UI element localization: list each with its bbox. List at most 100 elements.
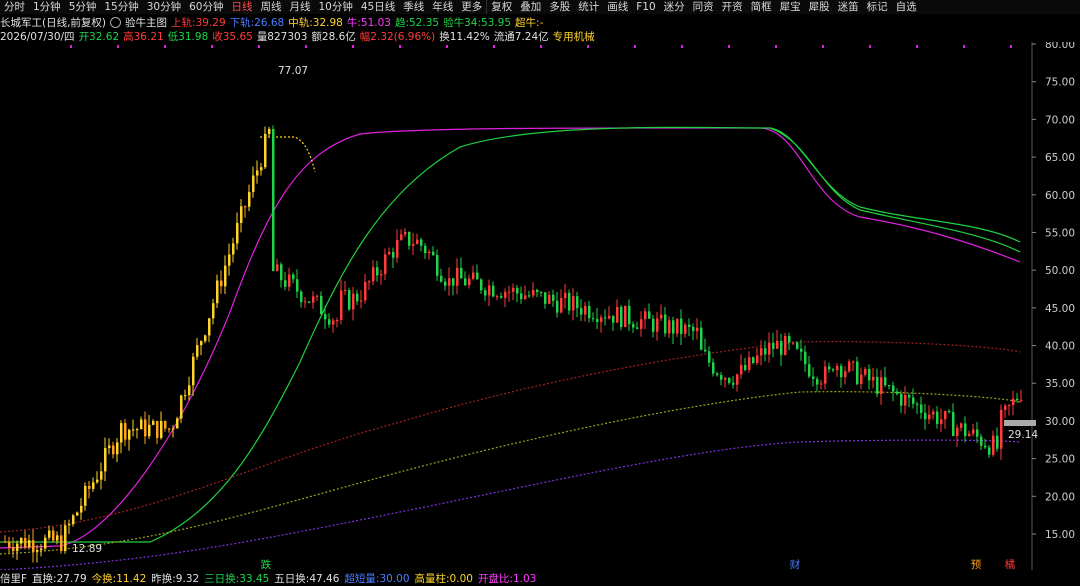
candle-body (712, 362, 715, 374)
indicator-info-row: 长城军工(日线,前复权) 验牛主图 上轨:39.29 下轨:26.68 中轨:32.… (0, 15, 1080, 29)
candle-body (768, 342, 771, 355)
event-marker-2: 预 (971, 559, 982, 570)
candle-body (148, 424, 151, 437)
candle-body (840, 366, 843, 378)
candle-body (128, 429, 131, 440)
settings-icon[interactable] (110, 16, 122, 28)
candle-body (12, 547, 15, 552)
candle-body (36, 550, 39, 552)
period-tab-2[interactable]: 5分钟 (65, 0, 101, 14)
period-tab-6[interactable]: 日线 (228, 0, 257, 14)
candle-body (428, 251, 431, 254)
tool-button-9[interactable]: 简框 (747, 0, 776, 14)
period-tab-7[interactable]: 周线 (257, 0, 286, 14)
candle-body (184, 395, 187, 397)
candle-body (692, 326, 695, 332)
tool-button-13[interactable]: 标记 (863, 0, 892, 14)
candle-body (64, 525, 67, 552)
tool-button-4[interactable]: 画线 (603, 0, 632, 14)
quote-value-9: 专用机械 (552, 30, 595, 43)
tool-button-8[interactable]: 开资 (718, 0, 747, 14)
period-tab-11[interactable]: 季线 (399, 0, 428, 14)
candle-body (684, 324, 687, 334)
period-tab-9[interactable]: 10分钟 (315, 0, 357, 14)
candle-body (436, 255, 439, 276)
candle-body (648, 311, 651, 319)
tool-button-0[interactable]: 复权 (486, 0, 516, 14)
candle-body (164, 420, 167, 429)
quote-value-6: 幅2.32(6.96%) (359, 30, 436, 43)
candle-body (304, 301, 307, 303)
candle-body (384, 254, 387, 275)
candle-body (988, 447, 991, 455)
period-tab-8[interactable]: 月线 (286, 0, 315, 14)
candle-body (20, 537, 23, 544)
tool-button-7[interactable]: 同资 (689, 0, 718, 14)
period-tab-13[interactable]: 更多 (457, 0, 486, 14)
candle-body (544, 292, 547, 304)
series-line-mid (0, 391, 1021, 555)
tool-button-14[interactable]: 自选 (892, 0, 921, 14)
period-tab-10[interactable]: 45日线 (357, 0, 399, 14)
tool-button-11[interactable]: 犀股 (805, 0, 834, 14)
tool-button-12[interactable]: 迷笛 (834, 0, 863, 14)
candle-body (344, 290, 347, 292)
candle-body (68, 524, 71, 526)
candle-body (48, 530, 51, 538)
quote-value-3: 收35.65 (212, 30, 253, 43)
period-tab-3[interactable]: 15分钟 (100, 0, 142, 14)
candle-body (612, 315, 615, 323)
period-tab-4[interactable]: 30分钟 (143, 0, 185, 14)
candle-body (1020, 399, 1023, 401)
candle-body (24, 537, 27, 548)
candle-body (868, 369, 871, 381)
tool-button-3[interactable]: 统计 (574, 0, 603, 14)
period-tab-1[interactable]: 1分钟 (29, 0, 65, 14)
tool-button-5[interactable]: F10 (632, 0, 659, 14)
tick-label-3: 65.00 (1045, 152, 1075, 164)
indicator-name[interactable]: 验牛主图 (125, 15, 167, 30)
period-tab-0[interactable]: 分时 (0, 0, 29, 14)
candle-body (764, 348, 767, 355)
candle-body (80, 505, 83, 513)
candle-body (832, 369, 835, 371)
candle-body (632, 324, 635, 328)
tool-button-1[interactable]: 叠加 (516, 0, 545, 14)
tool-button-10[interactable]: 犀宝 (776, 0, 805, 14)
candle-body (760, 348, 763, 356)
indicator-value-2: 中轨:32.98 (288, 16, 343, 29)
candle-body (644, 311, 647, 320)
candle-body (932, 411, 935, 415)
period-tab-12[interactable]: 年线 (428, 0, 457, 14)
tick-label-10: 30.00 (1045, 416, 1075, 428)
tool-button-2[interactable]: 多股 (545, 0, 574, 14)
period-tab-5[interactable]: 60分钟 (185, 0, 227, 14)
signal-dot (822, 45, 824, 48)
candle-body (308, 301, 311, 303)
candle-body (916, 403, 919, 405)
price-chart[interactable]: 80.00 75.00 70.00 65.00 60.00 55.00 50.00 45.00… (0, 42, 1080, 570)
candle-body (156, 420, 159, 438)
candle-body (996, 435, 999, 449)
candle-body (908, 394, 911, 398)
candle-body (204, 335, 207, 342)
candle-body (576, 296, 579, 309)
candle-body (492, 285, 495, 297)
candle-body (980, 436, 983, 446)
series-line-upper (0, 341, 1021, 533)
candle-body (44, 537, 47, 549)
candle-body (56, 535, 59, 541)
candle-body (28, 540, 31, 548)
candle-body (76, 512, 79, 516)
tick-label-12: 20.00 (1045, 491, 1075, 503)
event-marker-0: 跌 (261, 558, 272, 570)
candle-body (636, 327, 639, 329)
candle-body (1016, 398, 1019, 401)
series-line-lower (0, 439, 1021, 570)
candle-body (736, 374, 739, 385)
candle-body (952, 412, 955, 436)
stock-title[interactable]: 长城军工(日线,前复权) (0, 15, 106, 30)
tool-button-6[interactable]: 迷分 (660, 0, 689, 14)
tick-label-0: 80.00 (1045, 42, 1075, 51)
series-line-qu (0, 126, 1021, 543)
